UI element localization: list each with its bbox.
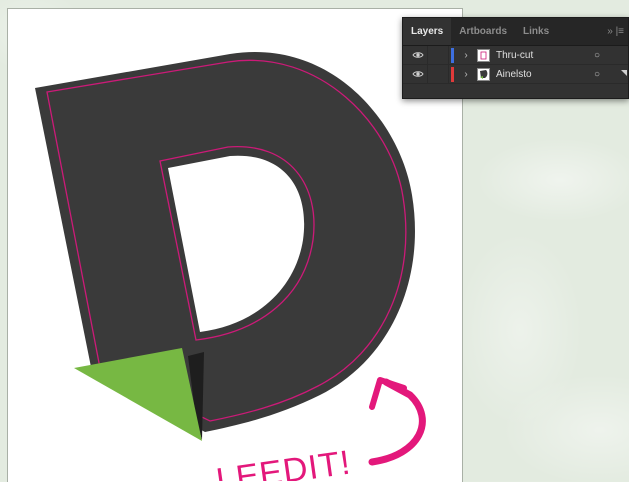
chevron-right-icon[interactable]: › — [459, 50, 473, 61]
annotation-text: LEEDIT! — [214, 443, 353, 481]
layer-name[interactable]: Ainelsto — [496, 69, 592, 80]
arrow-head[interactable] — [369, 377, 407, 410]
tab-artboards[interactable]: Artboards — [451, 18, 515, 45]
selection-corner-indicator — [621, 70, 627, 76]
target-icon[interactable]: ○ — [592, 69, 602, 80]
panel-controls: » |≡ — [607, 18, 624, 45]
layer-name[interactable]: Thru-cut — [496, 50, 592, 61]
layers-panel: Layers Artboards Links » |≡ › Thru-cut ○… — [402, 17, 629, 99]
lock-toggle[interactable] — [427, 64, 449, 84]
layer-thumbnail — [477, 48, 490, 62]
layer-color-swatch — [451, 47, 454, 63]
layer-row-thru-cut[interactable]: › Thru-cut ○ — [403, 45, 628, 65]
eye-icon[interactable] — [409, 70, 427, 78]
lock-toggle[interactable] — [427, 45, 449, 65]
target-icon[interactable]: ○ — [592, 50, 602, 61]
panel-tab-bar: Layers Artboards Links » |≡ — [403, 18, 628, 46]
panel-menu-icon[interactable]: |≡ — [616, 26, 624, 37]
tab-links[interactable]: Links — [515, 18, 557, 45]
tab-layers[interactable]: Layers — [403, 18, 452, 45]
layer-row-ainelsto[interactable]: › Ainelsto ○ — [403, 64, 628, 84]
annotation-arrow[interactable] — [368, 378, 426, 466]
layer-thumbnail — [477, 67, 490, 81]
eye-icon[interactable] — [409, 51, 427, 59]
chevron-right-icon[interactable]: › — [459, 69, 473, 80]
overflow-icon[interactable]: » — [607, 26, 613, 37]
layer-color-swatch — [451, 66, 454, 82]
